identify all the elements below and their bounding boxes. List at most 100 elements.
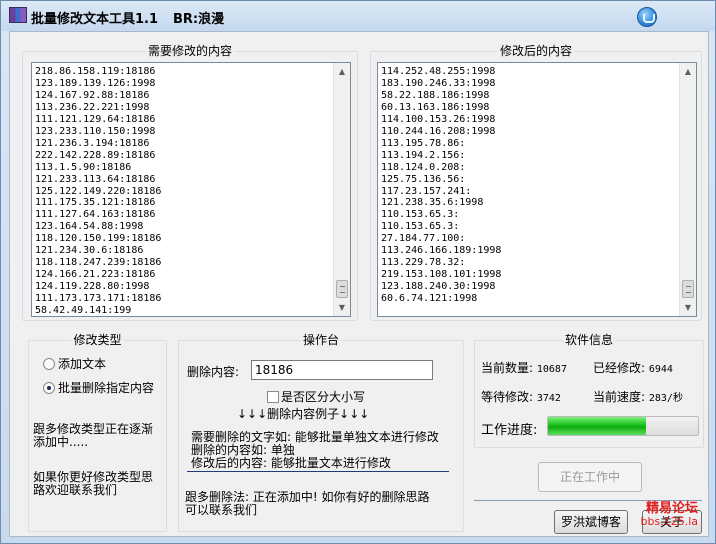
delete-content-input[interactable]: 18186	[251, 360, 433, 380]
before-line: 124.167.92.88:18186	[35, 89, 150, 101]
before-line: 125.122.149.220:18186	[35, 185, 162, 197]
work-progress-bar	[547, 416, 699, 436]
waiting-value: 3742	[536, 393, 561, 404]
example-heading: ↓↓↓删除内容例子↓↓↓	[237, 407, 370, 421]
progress-label: 工作进度:	[481, 423, 538, 438]
after-textarea[interactable]: 114.252.48.255:1998 183.190.246.33:1998 58…	[377, 62, 697, 317]
speed-value: 283/秒	[648, 393, 683, 404]
scroll-up-icon[interactable]: ▲	[680, 63, 696, 80]
watermark-line2: bbs.125.la	[640, 515, 698, 528]
modify-type-note-2: 如果你更好修改类型思 路欢迎联系我们	[33, 471, 163, 497]
app-window: 批量修改文本工具1.1 BR:浪漫 需要修改的内容 218.86.158.119…	[0, 0, 716, 544]
example-line3: 修改后的内容: 能够批量文本进行修改	[191, 456, 391, 470]
before-line: 58.42.49.141:199	[35, 305, 132, 317]
after-line: 113.246.166.189:1998	[381, 245, 502, 257]
after-lines: 114.252.48.255:1998 183.190.246.33:1998 58…	[381, 66, 501, 305]
waiting-count: 等待修改: 3742	[481, 388, 561, 405]
before-line: 222.142.228.89:18186	[35, 149, 156, 161]
console-footer-note: 跟多删除法: 正在添加中! 如你有好的删除思路 可以联系我们	[185, 491, 457, 517]
scroll-down-icon[interactable]: ▼	[334, 299, 350, 316]
current-count-value: 10687	[536, 364, 567, 375]
before-line: 118.120.150.199:18186	[35, 233, 162, 245]
window-title: 批量修改文本工具1.1	[31, 12, 159, 27]
console-group: 操作台 删除内容: 18186 是否区分大小写 ↓↓↓删除内容例子↓↓↓ 需要删…	[178, 333, 464, 532]
footer-line2: 可以联系我们	[185, 503, 258, 517]
before-line: 111.175.35.121:18186	[35, 197, 156, 209]
title-bar: 批量修改文本工具1.1 BR:浪漫	[1, 1, 715, 31]
app-icon	[9, 7, 27, 23]
current-count-label: 当前数量:	[481, 361, 534, 375]
modify-type-title: 修改类型	[71, 333, 124, 347]
scroll-thumb[interactable]	[682, 280, 694, 298]
after-group: 修改后的内容 114.252.48.255:1998 183.190.246.33…	[370, 44, 702, 321]
watermark: 精易论坛 bbs.125.la	[641, 502, 698, 528]
before-line: 111.127.64.163:18186	[35, 209, 156, 221]
after-line: 113.194.2.156:	[381, 149, 466, 161]
radio-add-text[interactable]: 添加文本	[43, 355, 106, 372]
before-line: 123.233.110.150:1998	[35, 125, 156, 137]
modified-value: 6944	[648, 364, 673, 375]
current-count: 当前数量: 10687	[481, 359, 567, 376]
after-line: 121.238.35.6:1998	[381, 197, 484, 209]
scroll-up-icon[interactable]: ▲	[334, 63, 350, 80]
before-line: 218.86.158.119:18186	[35, 66, 156, 77]
note2-line2: 路欢迎联系我们	[33, 483, 118, 497]
note1-line2: 添加中.....	[33, 435, 89, 449]
after-line: 123.188.240.30:1998	[381, 281, 496, 293]
speed-label: 当前速度:	[593, 390, 646, 404]
info-title: 软件信息	[562, 333, 615, 347]
after-line: 113.195.78.86:	[381, 137, 466, 149]
after-line: 183.190.246.33:1998	[381, 77, 496, 89]
modify-type-group: 修改类型 添加文本 批量删除指定内容 跟多修改类型正在逐渐 添加中..... 如…	[28, 333, 167, 532]
after-title: 修改后的内容	[497, 44, 574, 58]
radio-icon[interactable]	[43, 357, 55, 370]
after-line: 125.75.136.56:	[381, 173, 466, 185]
before-line: 111.121.129.64:18186	[35, 113, 156, 125]
waiting-label: 等待修改:	[481, 390, 534, 404]
window-author: BR:浪漫	[173, 12, 225, 27]
before-line: 121.236.3.194:18186	[35, 137, 150, 149]
after-scrollbar[interactable]: ▲ ▼	[679, 63, 696, 316]
after-line: 27.184.77.100:	[381, 233, 466, 245]
radio-add-text-label: 添加文本	[58, 357, 107, 371]
case-sensitive-checkbox[interactable]: 是否区分大小写	[267, 388, 365, 405]
radio-batch-delete[interactable]: 批量删除指定内容	[43, 379, 154, 396]
after-line: 117.23.157.241:	[381, 185, 472, 197]
modify-type-note-1: 跟多修改类型正在逐渐 添加中.....	[33, 423, 163, 449]
before-group: 需要修改的内容 218.86.158.119:18186 123.189.139.…	[22, 44, 358, 321]
console-title: 操作台	[300, 333, 341, 347]
after-line: 60.13.163.186:1998	[381, 101, 490, 113]
before-line: 123.189.139.126:1998	[35, 77, 156, 89]
after-line: 114.252.48.255:1998	[381, 66, 496, 77]
skin-button-icon[interactable]	[637, 7, 657, 27]
before-line: 113.236.22.221:1998	[35, 101, 150, 113]
checkbox-icon[interactable]	[267, 390, 279, 403]
console-divider	[187, 471, 449, 472]
watermark-line1: 精易论坛	[645, 501, 698, 516]
before-line: 111.173.173.171:18186	[35, 293, 162, 305]
radio-batch-delete-label: 批量删除指定内容	[58, 381, 155, 395]
after-line: 58.22.188.186:1998	[381, 89, 490, 101]
progress-fill	[548, 417, 646, 435]
before-line: 124.119.228.80:1998	[35, 281, 150, 293]
before-line: 113.1.5.90:18186	[35, 161, 132, 173]
working-button[interactable]: 正在工作中	[538, 462, 642, 492]
before-line: 123.164.54.88:1998	[35, 221, 144, 233]
radio-selected-icon[interactable]	[43, 381, 55, 394]
scroll-thumb[interactable]	[336, 280, 348, 298]
after-line: 110.153.65.3:	[381, 209, 460, 221]
before-line: 118.118.247.239:18186	[35, 257, 162, 269]
blog-button[interactable]: 罗洪斌博客	[554, 510, 628, 534]
before-line: 121.233.113.64:18186	[35, 173, 156, 185]
client-area: 需要修改的内容 218.86.158.119:18186 123.189.139.…	[9, 31, 709, 537]
modified-count: 已经修改: 6944	[593, 359, 673, 376]
before-line: 121.234.30.6:18186	[35, 245, 144, 257]
before-scrollbar[interactable]: ▲ ▼	[333, 63, 350, 316]
before-title: 需要修改的内容	[145, 44, 234, 58]
after-line: 60.6.74.121:1998	[381, 293, 478, 305]
before-textarea[interactable]: 218.86.158.119:18186 123.189.139.126:1998…	[31, 62, 351, 317]
scroll-down-icon[interactable]: ▼	[680, 299, 696, 316]
after-line: 114.100.153.26:1998	[381, 113, 496, 125]
after-line: 113.229.78.32:	[381, 257, 466, 269]
before-line: 124.166.21.223:18186	[35, 269, 156, 281]
